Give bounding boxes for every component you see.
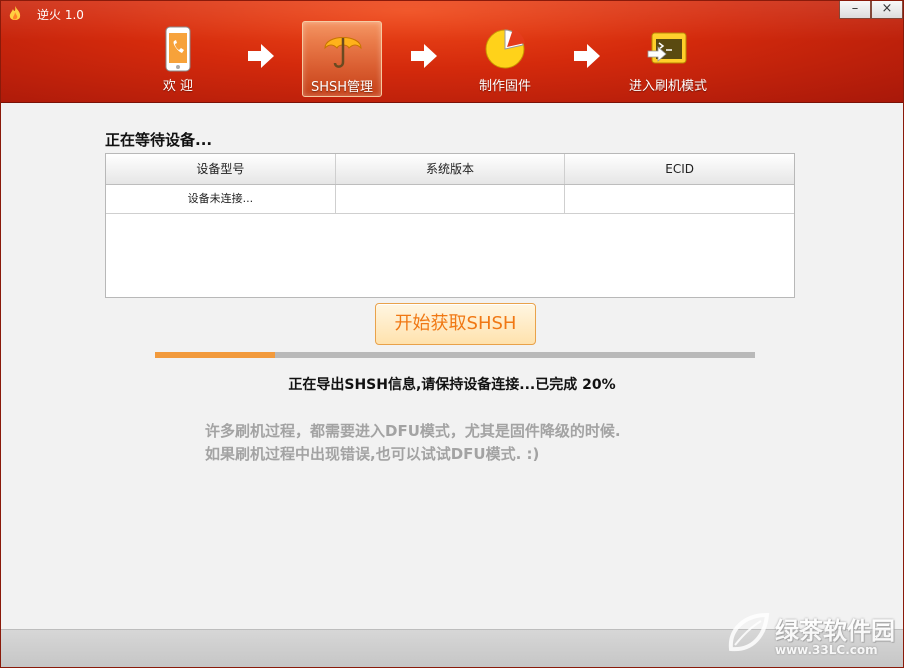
step-firmware[interactable]: 制作固件: [465, 21, 545, 97]
table-cell-ecid: [565, 185, 794, 213]
umbrella-icon: [324, 37, 362, 68]
watermark-name: 绿茶软件园: [775, 617, 895, 645]
watermark: 绿茶软件园 www.33LC.com: [725, 609, 903, 667]
arrow-right-icon: [574, 44, 600, 68]
step-shsh[interactable]: SHSH管理: [302, 21, 382, 97]
table-cell-device-model: 设备未连接...: [106, 185, 336, 213]
step-flash-mode[interactable]: 进入刷机模式: [628, 21, 708, 97]
arrow-right-icon: [411, 44, 437, 68]
step-welcome[interactable]: 欢 迎: [138, 21, 218, 97]
watermark-url: www.33LC.com: [775, 643, 878, 657]
table-row[interactable]: 设备未连接...: [106, 185, 794, 214]
start-shsh-button[interactable]: 开始获取SHSH: [375, 303, 536, 345]
minimize-button[interactable]: –: [839, 1, 871, 19]
tip-text-2: 如果刷机过程中出现错误,也可以试试DFU模式. :): [205, 445, 540, 463]
table-cell-system-version: [336, 185, 566, 213]
step-welcome-label: 欢 迎: [162, 79, 194, 94]
table-header: 设备型号 系统版本 ECID: [106, 154, 794, 185]
window-title: 逆火 1.0: [37, 8, 84, 22]
header-bar: 逆火 1.0 – × 欢 迎 SHSH管理 制作固件 进入刷机模式: [1, 1, 903, 103]
status-title: 正在等待设备...: [105, 131, 213, 149]
progress-status-text: 正在导出SHSH信息,请保持设备连接...已完成 20%: [288, 377, 616, 393]
close-button[interactable]: ×: [871, 1, 903, 19]
app-window: 逆火 1.0 – × 欢 迎 SHSH管理 制作固件 进入刷机模式 正在等待设备…: [0, 0, 904, 668]
arrow-right-icon: [248, 44, 274, 68]
column-header-system-version[interactable]: 系统版本: [336, 154, 566, 184]
flame-icon: [9, 6, 21, 20]
terminal-icon: [647, 32, 687, 64]
device-table: 设备型号 系统版本 ECID 设备未连接...: [105, 153, 795, 298]
phone-icon: [165, 26, 191, 72]
column-header-device-model[interactable]: 设备型号: [106, 154, 336, 184]
leaf-logo-icon: [728, 612, 770, 652]
pie-chart-icon: [485, 29, 525, 69]
tip-text-1: 许多刷机过程，都需要进入DFU模式，尤其是固件降级的时候.: [205, 422, 621, 440]
column-header-ecid[interactable]: ECID: [565, 154, 794, 184]
step-shsh-label: SHSH管理: [310, 80, 374, 95]
step-flash-mode-label: 进入刷机模式: [628, 79, 707, 94]
progress-bar-fill: [155, 352, 275, 358]
step-firmware-label: 制作固件: [478, 79, 531, 94]
progress-bar: [155, 352, 755, 358]
